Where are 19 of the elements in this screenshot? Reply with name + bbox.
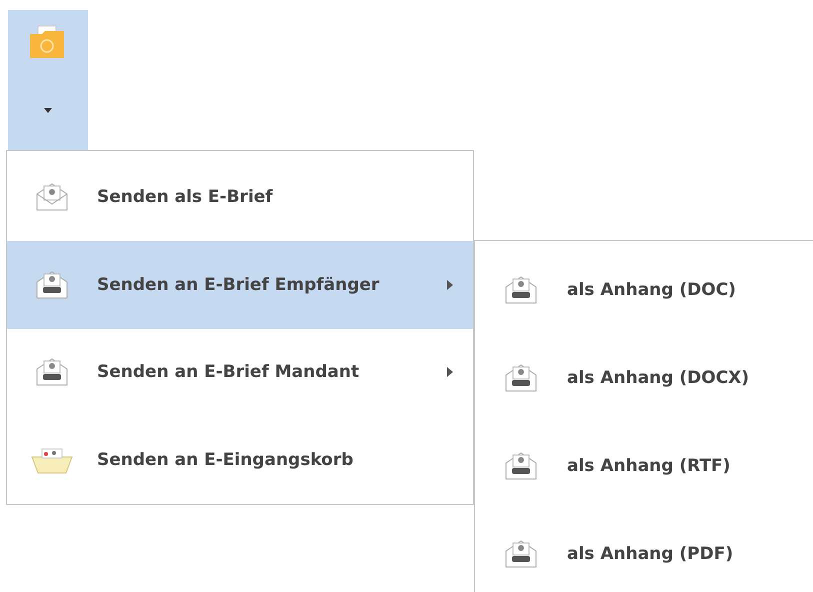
menu-item[interactable]: Senden an E-Brief Mandant	[7, 328, 473, 416]
submenu-item[interactable]: als Anhang (DOC)	[475, 246, 813, 334]
envelope-icon	[504, 363, 538, 393]
submenu-item[interactable]: als Anhang (PDF)	[475, 510, 813, 592]
submenu-arrow-icon	[447, 280, 453, 290]
caret-icon	[44, 108, 52, 113]
envelope-icon	[504, 451, 538, 481]
envelope-icon	[504, 539, 538, 569]
envelope-icon	[504, 275, 538, 305]
menu-item[interactable]: Senden als E-Brief	[7, 153, 473, 241]
menu-item[interactable]: Senden an E-Brief Empfänger	[7, 240, 473, 328]
folder-dropdown-button[interactable]	[8, 10, 88, 150]
envelope-icon	[35, 270, 69, 300]
menu-item[interactable]: Senden an E-Eingangskorb	[7, 416, 473, 504]
envelope-icon	[35, 182, 69, 212]
envelope-icon	[35, 357, 69, 388]
submenu-arrow-icon	[447, 367, 453, 378]
submenu-item[interactable]: als Anhang (RTF)	[475, 422, 813, 510]
submenu-item[interactable]: als Anhang (DOCX)	[475, 334, 813, 422]
